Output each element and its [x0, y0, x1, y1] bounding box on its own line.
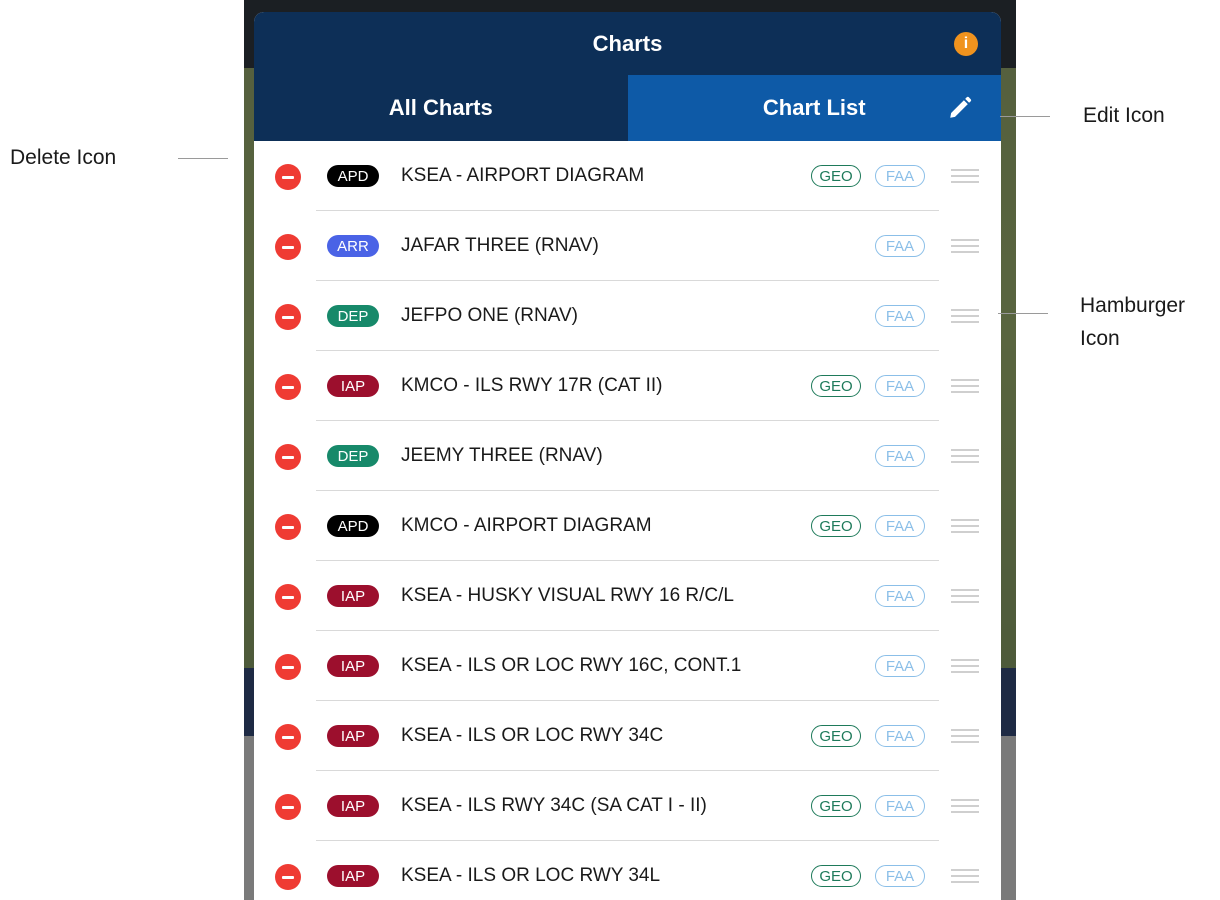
faa-badge: FAA	[875, 865, 925, 887]
chart-name: JEEMY THREE (RNAV)	[401, 445, 603, 466]
chart-name: KSEA - ILS RWY 34C (SA CAT I - II)	[401, 795, 707, 816]
chart-type-badge: IAP	[327, 725, 379, 747]
chart-name: KMCO - AIRPORT DIAGRAM	[401, 515, 652, 536]
faa-badge: FAA	[875, 585, 925, 607]
list-item[interactable]: IAP KSEA - ILS OR LOC RWY 34C GEO FAA	[254, 701, 1001, 771]
chart-name: JEFPO ONE (RNAV)	[401, 305, 578, 326]
faa-badge: FAA	[875, 445, 925, 467]
hamburger-icon-annotation-2: Icon	[1080, 327, 1120, 350]
faa-badge: FAA	[875, 305, 925, 327]
list-item[interactable]: DEP JEFPO ONE (RNAV) FAA	[254, 281, 1001, 351]
tab-bar: All Charts Chart List	[254, 75, 1001, 141]
list-item[interactable]: APD KMCO - AIRPORT DIAGRAM GEO FAA	[254, 491, 1001, 561]
chart-type-badge: APD	[327, 165, 379, 187]
delete-icon[interactable]	[275, 164, 301, 190]
delete-annotation-line	[178, 158, 228, 159]
list-item[interactable]: ARR JAFAR THREE (RNAV) FAA	[254, 211, 1001, 281]
charts-modal: Charts i All Charts Chart List APD KSEA -…	[254, 12, 1001, 900]
hamburger-icon[interactable]	[951, 799, 979, 813]
delete-icon[interactable]	[275, 794, 301, 820]
edit-icon-annotation: Edit Icon	[1083, 104, 1165, 127]
list-item[interactable]: IAP KSEA - ILS OR LOC RWY 34L GEO FAA	[254, 841, 1001, 900]
hamburger-icon[interactable]	[951, 729, 979, 743]
chart-type-badge: DEP	[327, 445, 379, 467]
tab-label: All Charts	[388, 95, 493, 120]
chart-type-badge: IAP	[327, 375, 379, 397]
page-title: Charts	[592, 30, 663, 56]
delete-icon[interactable]	[275, 304, 301, 330]
chart-name: KSEA - HUSKY VISUAL RWY 16 R/C/L	[401, 585, 734, 606]
chart-type-badge: DEP	[327, 305, 379, 327]
info-icon[interactable]: i	[954, 32, 978, 56]
delete-icon[interactable]	[275, 234, 301, 260]
chart-name: JAFAR THREE (RNAV)	[401, 235, 599, 256]
delete-icon[interactable]	[275, 374, 301, 400]
list-item[interactable]: IAP KSEA - ILS RWY 34C (SA CAT I - II) GEO…	[254, 771, 1001, 841]
list-item[interactable]: IAP KMCO - ILS RWY 17R (CAT II) GEO FAA	[254, 351, 1001, 421]
chart-type-badge: IAP	[327, 795, 379, 817]
geo-badge: GEO	[811, 725, 861, 747]
chart-type-badge: IAP	[327, 655, 379, 677]
tab-chart-list[interactable]: Chart List	[627, 75, 1001, 141]
edit-icon[interactable]	[947, 95, 973, 121]
hamburger-icon[interactable]	[951, 239, 979, 253]
list-item[interactable]: APD KSEA - AIRPORT DIAGRAM GEO FAA	[254, 141, 1001, 211]
chart-type-badge: IAP	[327, 865, 379, 887]
edit-annotation-line	[1000, 116, 1050, 117]
delete-icon[interactable]	[275, 514, 301, 540]
faa-badge: FAA	[875, 165, 925, 187]
chart-name: KSEA - ILS OR LOC RWY 34L	[401, 865, 661, 886]
hamburger-icon[interactable]	[951, 519, 979, 533]
faa-badge: FAA	[875, 375, 925, 397]
hamburger-icon[interactable]	[951, 589, 979, 603]
hamburger-icon[interactable]	[951, 169, 979, 183]
faa-badge: FAA	[875, 515, 925, 537]
delete-icon[interactable]	[275, 724, 301, 750]
geo-badge: GEO	[811, 375, 861, 397]
chart-name: KMCO - ILS RWY 17R (CAT II)	[401, 375, 663, 396]
chart-type-badge: IAP	[327, 585, 379, 607]
hamburger-icon[interactable]	[951, 449, 979, 463]
hamburger-icon[interactable]	[951, 659, 979, 673]
delete-icon[interactable]	[275, 444, 301, 470]
faa-badge: FAA	[875, 235, 925, 257]
faa-badge: FAA	[875, 795, 925, 817]
chart-type-badge: APD	[327, 515, 379, 537]
list-item[interactable]: DEP JEEMY THREE (RNAV) FAA	[254, 421, 1001, 491]
chart-list: APD KSEA - AIRPORT DIAGRAM GEO FAA ARR JAFAR …	[254, 141, 1001, 900]
hamburger-icon[interactable]	[951, 379, 979, 393]
delete-icon[interactable]	[275, 864, 301, 890]
geo-badge: GEO	[811, 165, 861, 187]
hamburger-icon[interactable]	[951, 309, 979, 323]
geo-badge: GEO	[811, 515, 861, 537]
hamburger-annotation-line	[998, 313, 1048, 314]
delete-icon-annotation: Delete Icon	[10, 146, 117, 169]
modal-header: Charts i	[254, 12, 1001, 75]
geo-badge: GEO	[811, 795, 861, 817]
chart-type-badge: ARR	[327, 235, 379, 257]
tab-all-charts[interactable]: All Charts	[254, 75, 628, 141]
delete-icon[interactable]	[275, 654, 301, 680]
chart-name: KSEA - AIRPORT DIAGRAM	[401, 165, 645, 186]
hamburger-icon-annotation: Hamburger	[1080, 294, 1186, 317]
delete-icon[interactable]	[275, 584, 301, 610]
list-item[interactable]: IAP KSEA - ILS OR LOC RWY 16C, CONT.1 FAA	[254, 631, 1001, 701]
chart-name: KSEA - ILS OR LOC RWY 34C	[401, 725, 664, 746]
hamburger-icon[interactable]	[951, 869, 979, 883]
faa-badge: FAA	[875, 725, 925, 747]
chart-name: KSEA - ILS OR LOC RWY 16C, CONT.1	[401, 655, 742, 676]
geo-badge: GEO	[811, 865, 861, 887]
tab-label: Chart List	[762, 95, 866, 120]
faa-badge: FAA	[875, 655, 925, 677]
list-item[interactable]: IAP KSEA - HUSKY VISUAL RWY 16 R/C/L FAA	[254, 561, 1001, 631]
